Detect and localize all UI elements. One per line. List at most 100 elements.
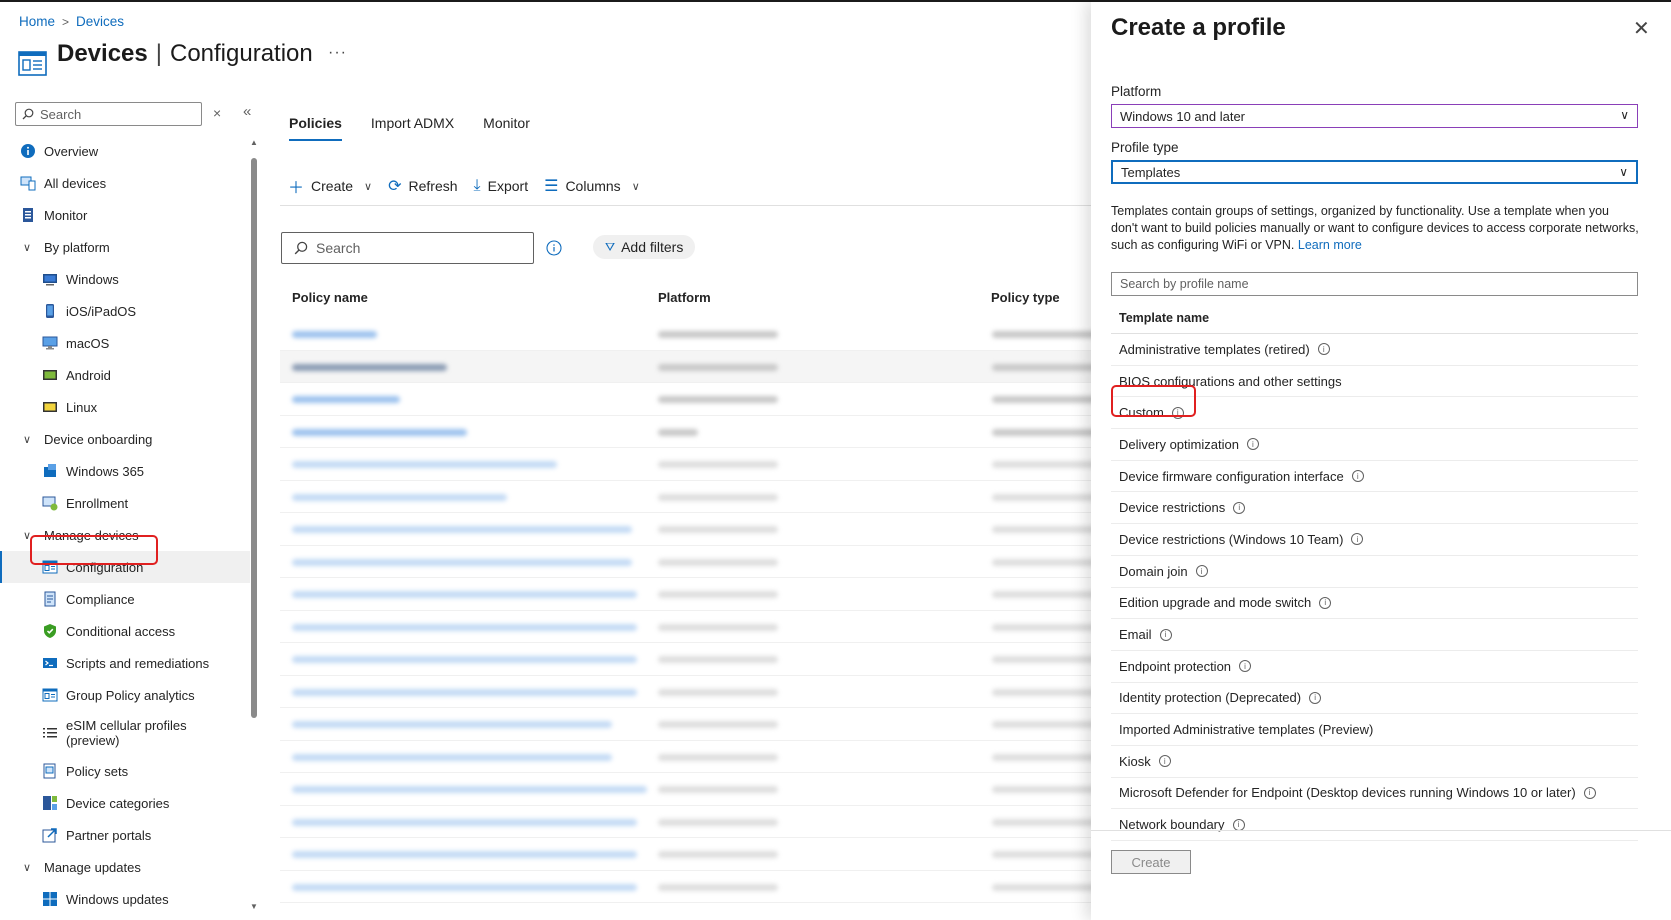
table-row[interactable] [280, 676, 1104, 708]
table-row[interactable] [280, 708, 1104, 741]
sidebar-item-compliance[interactable]: Compliance [0, 583, 250, 615]
scrollbar-thumb[interactable] [251, 158, 257, 718]
breadcrumb-devices[interactable]: Devices [76, 14, 124, 29]
table-row[interactable] [280, 481, 1104, 513]
info-icon[interactable]: i [1317, 343, 1330, 356]
info-icon[interactable]: i [1232, 818, 1245, 831]
platform-dropdown[interactable]: Windows 10 and later ∨ [1111, 104, 1638, 128]
policy-search-input[interactable]: Search [281, 232, 534, 264]
refresh-button[interactable]: ⟳ Refresh [388, 176, 457, 196]
compliance-icon [42, 591, 58, 607]
sidebar-item-conditional-access[interactable]: Conditional access [0, 615, 250, 647]
info-icon[interactable] [546, 240, 562, 256]
breadcrumb-home[interactable]: Home [19, 14, 55, 29]
template-row-device-restrictions[interactable]: Device restrictions i [1111, 492, 1638, 525]
profile-type-dropdown[interactable]: Templates ∨ [1111, 160, 1638, 184]
sidebar-group-manage-updates[interactable]: ∨ Manage updates [0, 851, 250, 883]
sidebar-item-partner-portals[interactable]: Partner portals [0, 819, 250, 851]
sidebar-search-input[interactable]: Search [15, 102, 202, 126]
table-row[interactable] [280, 383, 1104, 416]
info-icon[interactable]: i [1239, 660, 1252, 673]
table-row[interactable] [280, 741, 1104, 773]
tab-monitor[interactable]: Monitor [483, 115, 530, 141]
info-icon[interactable]: i [1246, 438, 1259, 451]
table-row[interactable] [280, 838, 1104, 871]
table-row[interactable] [280, 546, 1104, 578]
template-row-endpoint-protection[interactable]: Endpoint protection i [1111, 651, 1638, 683]
table-row[interactable] [280, 448, 1104, 481]
sidebar-item-all-devices[interactable]: All devices [0, 167, 250, 199]
template-row-network-boundary[interactable]: Network boundary i [1111, 809, 1638, 841]
template-row-delivery-optimization[interactable]: Delivery optimization i [1111, 429, 1638, 461]
scroll-down-icon[interactable]: ▼ [250, 902, 258, 911]
configuration-page-icon [18, 51, 47, 76]
learn-more-link[interactable]: Learn more [1298, 238, 1362, 252]
sidebar-item-macos[interactable]: macOS [0, 327, 250, 359]
template-row-device-restrictions-team[interactable]: Device restrictions (Windows 10 Team) i [1111, 524, 1638, 556]
sidebar-group-device-onboarding[interactable]: ∨ Device onboarding [0, 423, 250, 455]
sidebar-item-ios[interactable]: iOS/iPadOS [0, 295, 250, 327]
collapse-sidebar-icon[interactable]: « [243, 103, 251, 120]
sidebar-item-group-policy-analytics[interactable]: Group Policy analytics [0, 679, 250, 711]
template-row-kiosk[interactable]: Kiosk i [1111, 746, 1638, 778]
sidebar-item-overview[interactable]: Overview [0, 135, 250, 167]
sidebar-item-windows-updates[interactable]: Windows updates [0, 883, 250, 915]
template-row-domain-join[interactable]: Domain join i [1111, 556, 1638, 588]
template-row-edition-upgrade[interactable]: Edition upgrade and mode switch i [1111, 588, 1638, 620]
template-row-identity-protection[interactable]: Identity protection (Deprecated) i [1111, 683, 1638, 715]
sidebar-item-esim[interactable]: eSIM cellular profiles (preview) [0, 711, 250, 755]
table-row[interactable] [280, 643, 1104, 676]
table-row[interactable] [280, 773, 1104, 806]
add-filters-button[interactable]: ⛛ Add filters [593, 235, 696, 259]
info-icon[interactable]: i [1351, 533, 1364, 546]
sidebar-item-android[interactable]: Android [0, 359, 250, 391]
sidebar-scrollbar[interactable]: ▲ ▼ [249, 138, 259, 911]
columns-button[interactable]: ☰ Columns ∨ [544, 176, 640, 196]
table-row[interactable] [280, 350, 1104, 383]
info-icon[interactable]: i [1195, 565, 1208, 578]
info-icon[interactable]: i [1158, 755, 1171, 768]
windows-logo-icon [42, 891, 58, 907]
info-icon[interactable]: i [1233, 501, 1246, 514]
sidebar-item-enrollment[interactable]: Enrollment [0, 487, 250, 519]
column-header-policy-name[interactable]: Policy name [292, 290, 368, 305]
sidebar-group-by-platform[interactable]: ∨ By platform [0, 231, 250, 263]
table-row[interactable] [280, 318, 1104, 351]
column-header-platform[interactable]: Platform [658, 290, 711, 305]
tab-policies[interactable]: Policies [289, 115, 342, 141]
sidebar-item-windows[interactable]: Windows [0, 263, 250, 295]
template-row-email[interactable]: Email i [1111, 619, 1638, 651]
table-row[interactable] [280, 871, 1104, 903]
template-row-imported-admin-templates[interactable]: Imported Administrative templates (Previ… [1111, 714, 1638, 746]
clear-search-icon[interactable]: × [213, 105, 221, 121]
profile-search-placeholder: Search by profile name [1120, 277, 1249, 291]
create-button[interactable]: ＋ Create ∨ [288, 174, 372, 198]
template-row-device-firmware[interactable]: Device firmware configuration interface i [1111, 461, 1638, 493]
table-row[interactable] [280, 416, 1104, 448]
template-row-defender-for-endpoint[interactable]: Microsoft Defender for Endpoint (Desktop… [1111, 778, 1638, 810]
scroll-up-icon[interactable]: ▲ [250, 138, 258, 147]
tab-import-admx[interactable]: Import ADMX [371, 115, 454, 141]
table-row[interactable] [280, 611, 1104, 643]
table-row[interactable] [280, 578, 1104, 611]
info-icon[interactable]: i [1309, 691, 1322, 704]
sidebar-item-windows-365[interactable]: Windows 365 [0, 455, 250, 487]
table-row[interactable] [280, 806, 1104, 838]
close-icon[interactable]: ✕ [1633, 16, 1650, 41]
create-profile-button[interactable]: Create [1111, 850, 1191, 874]
sidebar-item-device-categories[interactable]: Device categories [0, 787, 250, 819]
info-icon[interactable]: i [1319, 596, 1332, 609]
more-options-icon[interactable]: ··· [328, 44, 347, 62]
column-header-policy-type[interactable]: Policy type [991, 290, 1060, 305]
sidebar-item-scripts[interactable]: Scripts and remediations [0, 647, 250, 679]
sidebar-item-policy-sets[interactable]: Policy sets [0, 755, 250, 787]
info-icon[interactable]: i [1351, 470, 1364, 483]
sidebar-item-linux[interactable]: Linux [0, 391, 250, 423]
export-button[interactable]: ⤓ Export [474, 177, 529, 195]
sidebar-item-monitor[interactable]: Monitor [0, 199, 250, 231]
info-icon[interactable]: i [1159, 628, 1172, 641]
profile-search-input[interactable]: Search by profile name [1111, 272, 1638, 296]
table-row[interactable] [280, 513, 1104, 546]
template-row-administrative-templates[interactable]: Administrative templates (retired) i [1111, 334, 1638, 366]
info-icon[interactable]: i [1583, 786, 1596, 799]
